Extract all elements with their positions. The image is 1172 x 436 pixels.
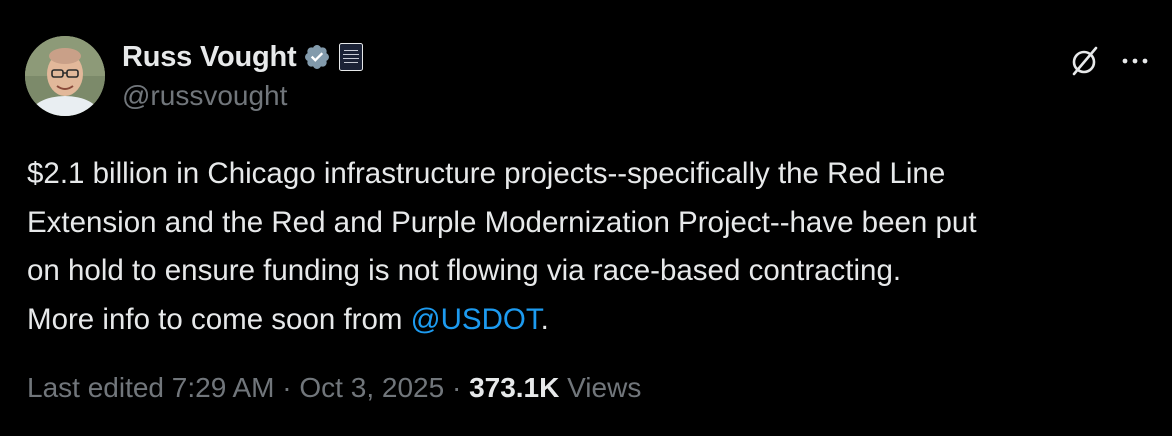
tweet-body-end: . [540, 302, 549, 336]
views-label: Views [559, 372, 642, 403]
more-options-icon[interactable] [1118, 44, 1152, 78]
grok-icon[interactable] [1068, 44, 1102, 78]
avatar-image [25, 36, 105, 116]
name-row: Russ Vought [122, 40, 364, 74]
user-handle[interactable]: @russvought [122, 80, 287, 112]
tweet-meta: Last edited 7:29 AM · Oct 3, 2025 · 373.… [27, 372, 641, 404]
meta-separator: · [274, 372, 300, 403]
mention-link[interactable]: @USDOT [411, 303, 541, 336]
white-house-badge-icon[interactable] [339, 43, 364, 71]
display-name[interactable]: Russ Vought [122, 41, 297, 74]
tweet-text: $2.1 billion in Chicago infrastructure p… [27, 150, 1157, 344]
avatar[interactable] [25, 36, 105, 116]
tweet-date[interactable]: Oct 3, 2025 [299, 372, 444, 403]
tweet-card: Russ Vought @russvought $2.1 billion in … [0, 0, 1172, 436]
edited-timestamp[interactable]: Last edited 7:29 AM [27, 372, 275, 403]
views-count: 373.1K [469, 372, 560, 403]
verified-badge-icon[interactable] [303, 43, 331, 71]
meta-separator: · [444, 372, 470, 403]
